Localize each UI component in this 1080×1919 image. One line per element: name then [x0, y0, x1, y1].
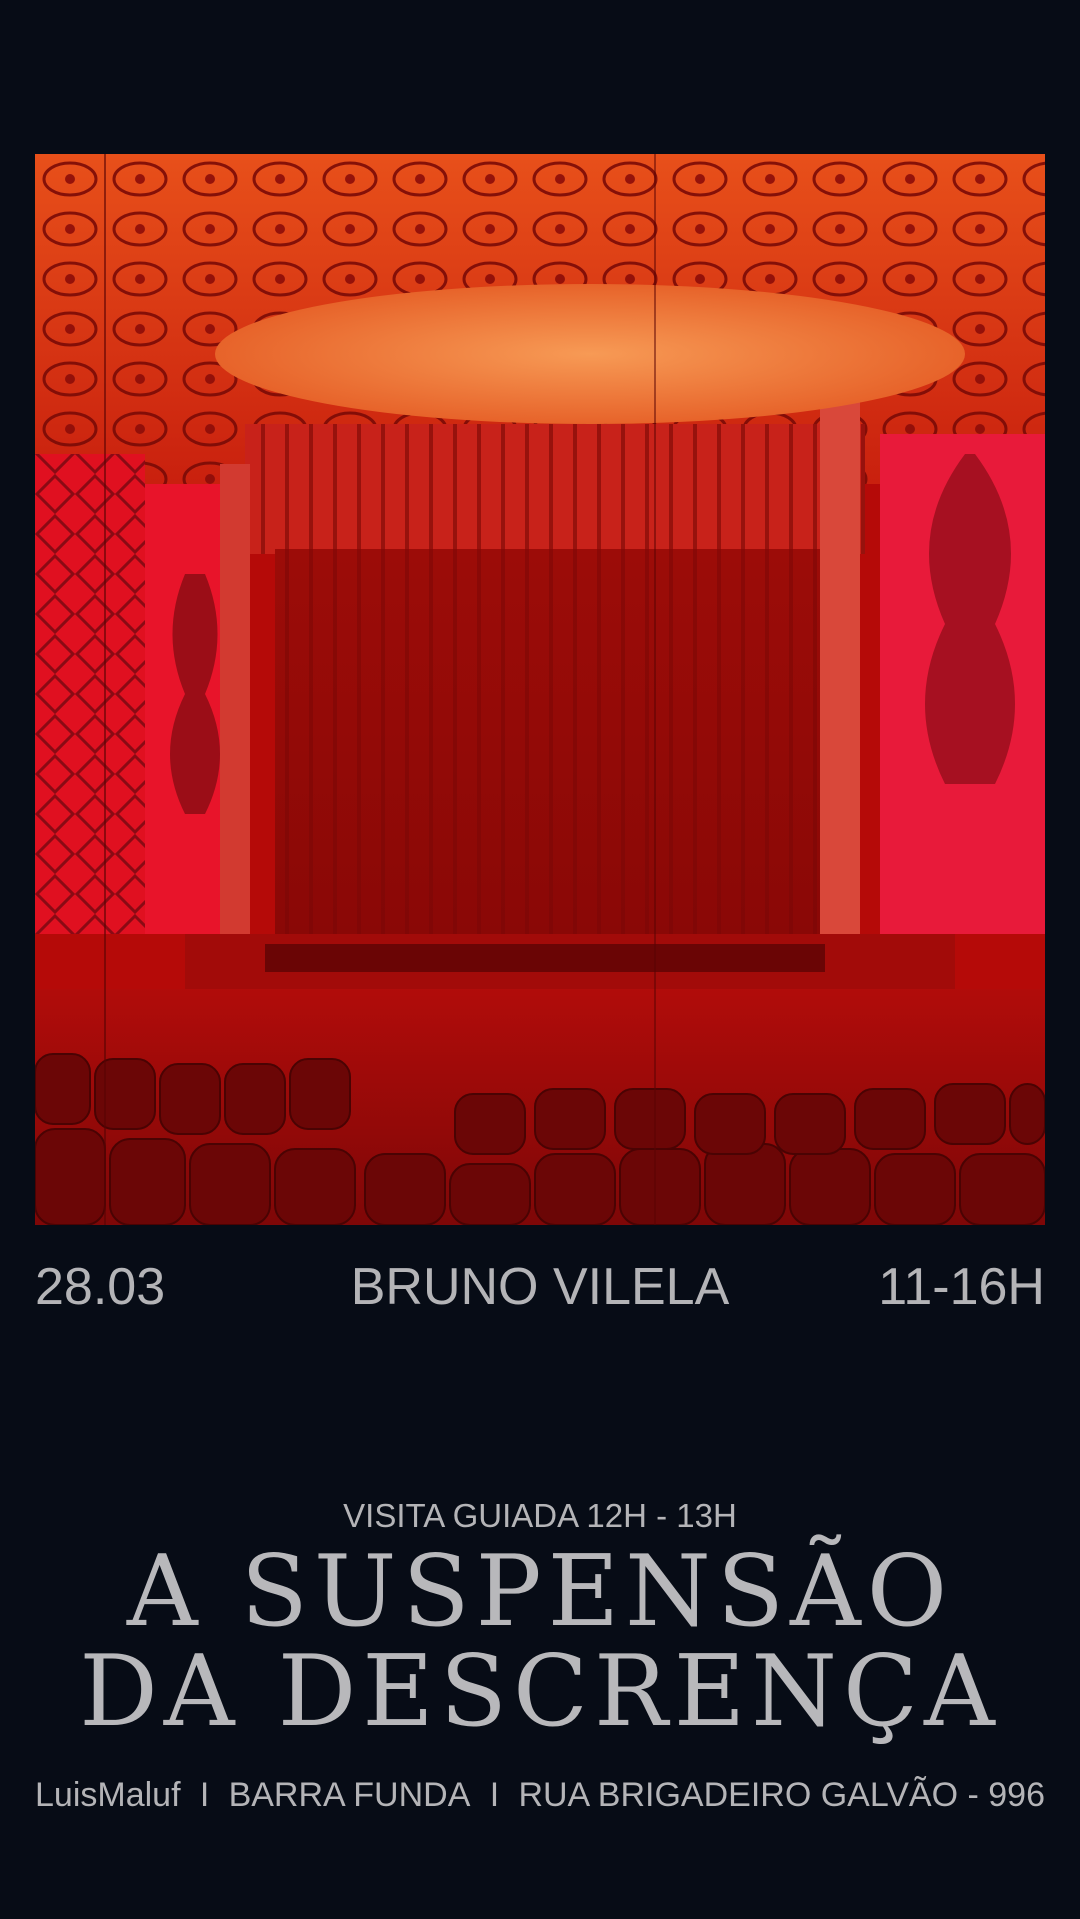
event-info-row: 28.03 BRUNO VILELA 11-16H: [35, 1255, 1045, 1325]
street-address: RUA BRIGADEIRO GALVÃO - 996: [518, 1776, 1045, 1814]
neighborhood: BARRA FUNDA: [228, 1776, 471, 1814]
separator: I: [199, 1776, 210, 1814]
theater-stage-illustration: [35, 154, 1045, 1225]
exhibition-title-line-2: DA DESCRENÇA: [79, 1635, 1001, 1749]
venue-footer: LuisMaluf I BARRA FUNDA I RUA BRIGADEIRO…: [35, 1771, 1045, 1819]
event-hours: 11-16H: [878, 1258, 1045, 1316]
separator: I: [489, 1776, 500, 1814]
venue-name: LuisMaluf: [35, 1776, 181, 1814]
exhibition-title-line-1: A SUSPENSÃO: [126, 1535, 954, 1649]
guided-visit-text: VISITA GUIADA 12H - 13H: [343, 1497, 737, 1534]
theater-stage-photo: [35, 154, 1045, 1225]
